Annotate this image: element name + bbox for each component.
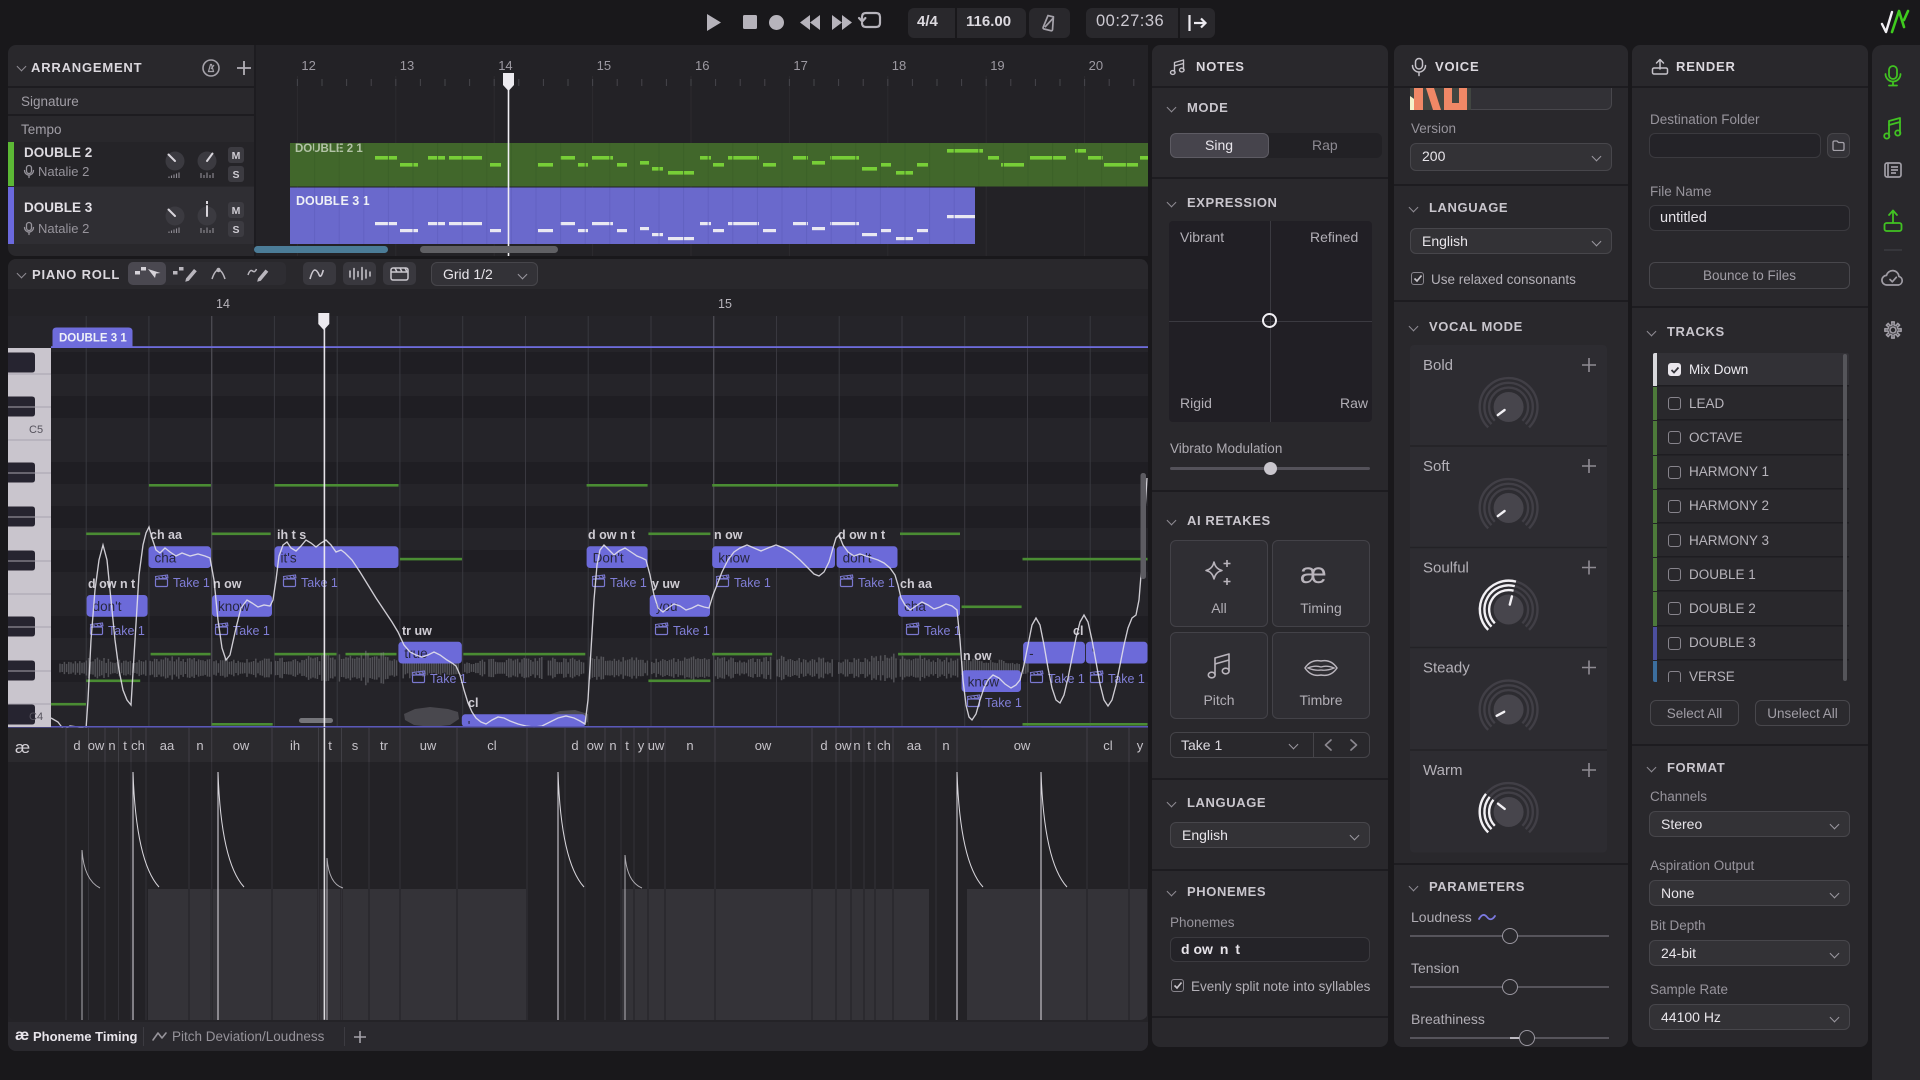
svg-text:19: 19 (990, 58, 1004, 73)
svg-text:ow: ow (233, 738, 250, 753)
svg-text:n: n (942, 738, 949, 753)
svg-text:C4: C4 (29, 711, 43, 723)
svg-text:20: 20 (1089, 58, 1103, 73)
svg-text:n ow: n ow (213, 577, 242, 591)
svg-text:know: know (218, 599, 250, 614)
svg-text:d ow n t: d ow n t (588, 528, 636, 542)
svg-text:d: d (820, 738, 827, 753)
svg-text:cl: cl (1103, 738, 1113, 753)
svg-text:you: you (656, 599, 678, 614)
svg-text:cl: cl (487, 738, 497, 753)
svg-text:uw: uw (648, 738, 665, 753)
svg-text:d ow n t: d ow n t (838, 528, 886, 542)
svg-text:Take 1: Take 1 (301, 576, 338, 590)
svg-text:14: 14 (498, 58, 512, 73)
svg-text:13: 13 (400, 58, 414, 73)
svg-text:t: t (625, 738, 629, 753)
svg-text:n: n (196, 738, 203, 753)
svg-text:18: 18 (892, 58, 906, 73)
svg-text:Take 1: Take 1 (858, 576, 895, 590)
svg-text:ow: ow (835, 738, 852, 753)
svg-text:don't: don't (843, 550, 872, 565)
svg-text:ow: ow (755, 738, 772, 753)
svg-text:16: 16 (695, 58, 709, 73)
svg-text:Take 1: Take 1 (673, 624, 710, 638)
svg-text:15: 15 (597, 58, 611, 73)
svg-text:it's: it's (281, 550, 297, 565)
svg-text:DOUBLE 2 1: DOUBLE 2 1 (295, 143, 363, 155)
svg-text:y uw: y uw (652, 577, 680, 591)
svg-text:S: S (232, 224, 239, 236)
svg-text:uw: uw (420, 738, 437, 753)
svg-text:y: y (1137, 738, 1144, 753)
svg-text:æ: æ (15, 738, 30, 757)
svg-text:d: d (571, 738, 578, 753)
svg-text:M: M (232, 205, 241, 217)
svg-text:t: t (328, 738, 332, 753)
svg-text:Soulful: Soulful (1423, 560, 1469, 577)
svg-text:tr uw: tr uw (402, 624, 432, 638)
svg-text:ch: ch (131, 738, 145, 753)
svg-text:ow: ow (1014, 738, 1031, 753)
svg-text:t: t (867, 738, 871, 753)
svg-text:ch: ch (877, 738, 891, 753)
svg-text:Soft: Soft (1423, 458, 1451, 475)
svg-text:ih t s: ih t s (277, 528, 306, 542)
svg-text:cha: cha (155, 550, 177, 565)
svg-text:n: n (609, 738, 616, 753)
svg-text:C5: C5 (29, 424, 43, 436)
svg-text:ch aa: ch aa (900, 577, 933, 591)
svg-text:n: n (686, 738, 693, 753)
svg-text:Take 1: Take 1 (1108, 672, 1145, 686)
svg-text:Bold: Bold (1423, 357, 1453, 374)
svg-text:y: y (638, 738, 645, 753)
svg-text:aa: aa (160, 738, 175, 753)
svg-text:S: S (232, 169, 239, 181)
svg-text:Take 1: Take 1 (610, 576, 647, 590)
svg-text:n: n (108, 738, 115, 753)
svg-text:15: 15 (718, 297, 732, 311)
svg-text:Steady: Steady (1423, 660, 1470, 677)
svg-text:aa: aa (907, 738, 922, 753)
svg-text:-: - (1029, 646, 1034, 661)
svg-text:ch aa: ch aa (150, 528, 183, 542)
svg-text:12: 12 (301, 58, 315, 73)
svg-text:t: t (123, 738, 127, 753)
svg-text:Take 1: Take 1 (985, 696, 1022, 710)
svg-text:M: M (232, 150, 241, 162)
svg-text:tr: tr (380, 738, 389, 753)
svg-text:17: 17 (793, 58, 807, 73)
svg-text:s: s (352, 738, 359, 753)
svg-text:n ow: n ow (963, 649, 992, 663)
svg-text:ow: ow (587, 738, 604, 753)
svg-text:ih: ih (290, 738, 300, 753)
svg-text:Take 1: Take 1 (924, 624, 961, 638)
svg-text:Take 1: Take 1 (173, 576, 210, 590)
svg-text:DOUBLE 3 1: DOUBLE 3 1 (296, 194, 370, 208)
svg-text:Take 1: Take 1 (233, 624, 270, 638)
svg-text:Take 1: Take 1 (734, 576, 771, 590)
svg-text:Warm: Warm (1423, 762, 1462, 779)
svg-text:true: true (404, 646, 427, 661)
svg-text:n: n (853, 738, 860, 753)
svg-text:d: d (73, 738, 80, 753)
svg-text:14: 14 (216, 297, 230, 311)
svg-text:DOUBLE 3 1: DOUBLE 3 1 (59, 333, 127, 345)
svg-text:don't: don't (93, 599, 122, 614)
svg-text:ow: ow (88, 738, 105, 753)
svg-text:n ow: n ow (714, 528, 743, 542)
